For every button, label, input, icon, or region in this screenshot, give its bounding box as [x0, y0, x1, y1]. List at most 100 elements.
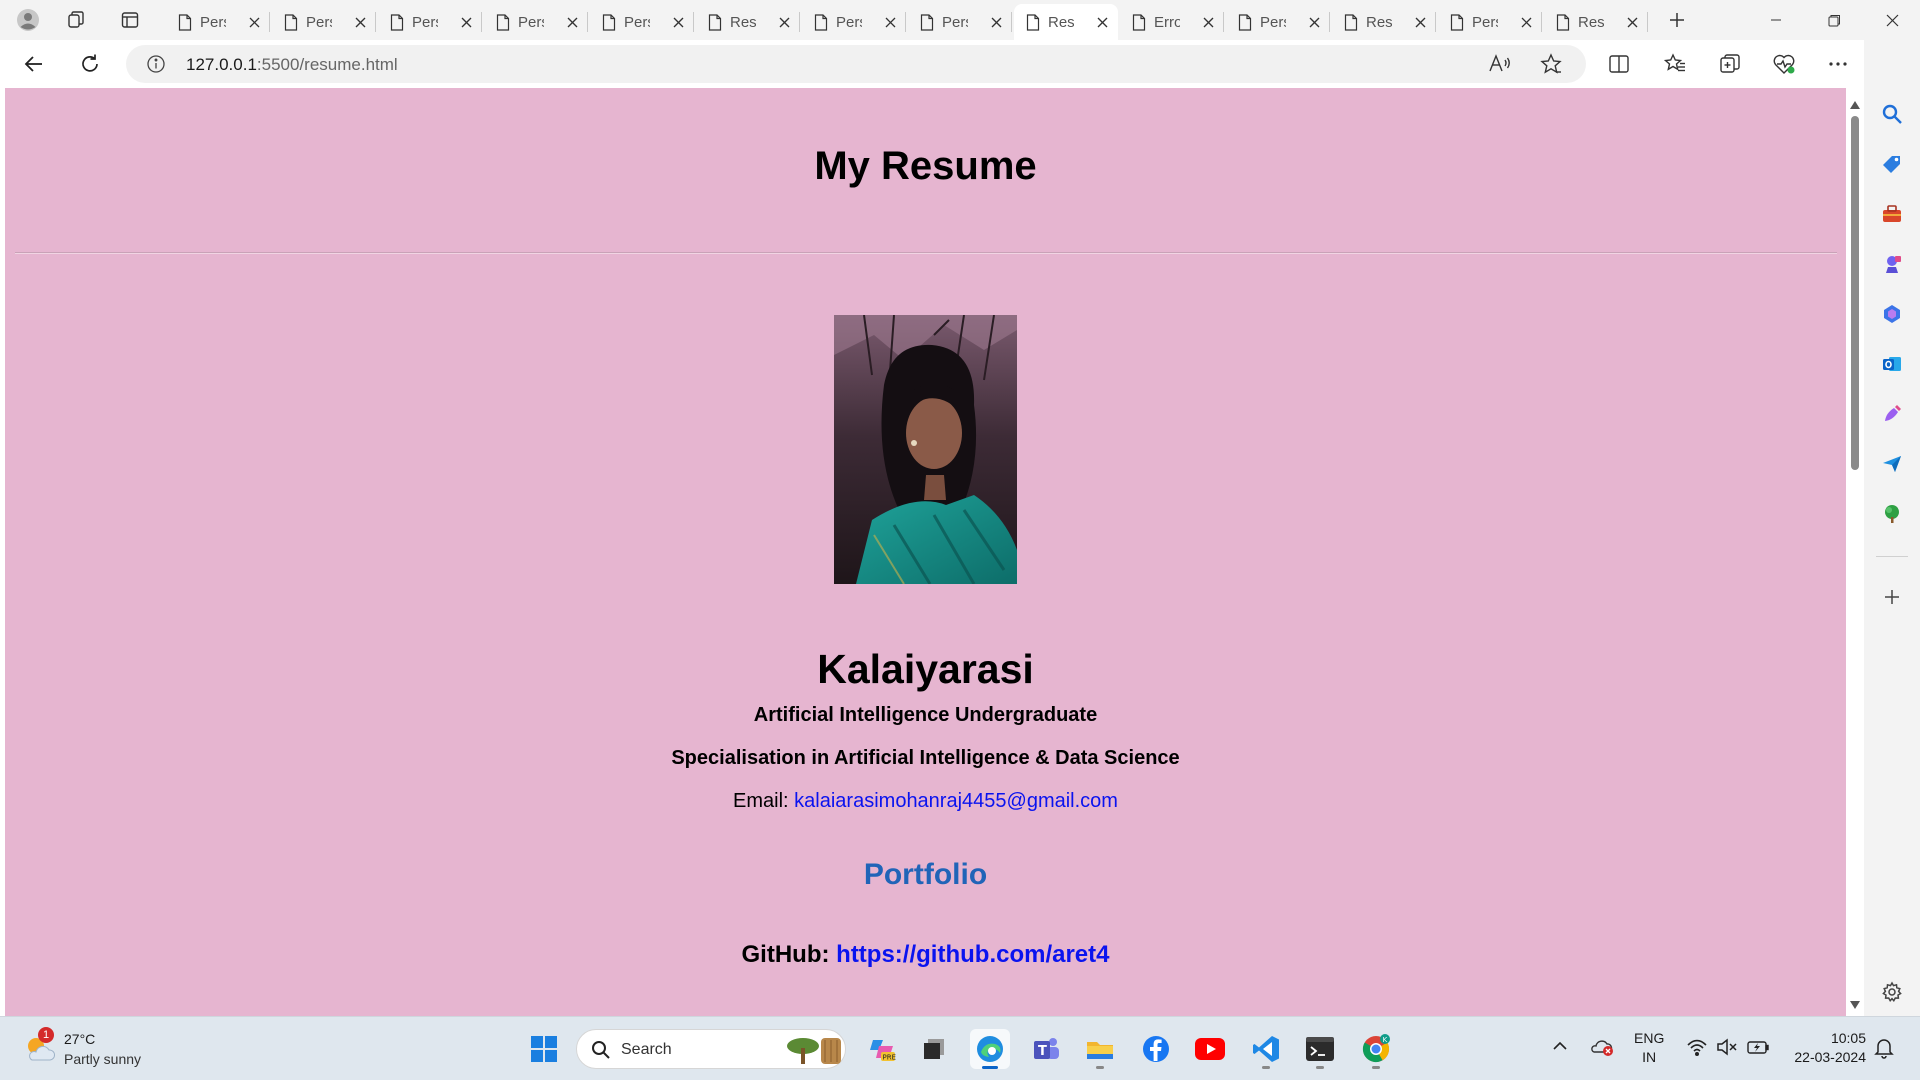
sidebar-settings-gear-icon[interactable] [1880, 980, 1904, 1004]
taskbar-app-vscode[interactable] [1246, 1029, 1286, 1069]
email-link[interactable]: kalaiarasimohanraj4455@gmail.com [794, 790, 1118, 812]
browser-tab[interactable]: Resu [1544, 4, 1648, 40]
split-screen-icon[interactable] [1601, 48, 1637, 80]
browser-tab[interactable]: Pers [378, 4, 482, 40]
tab-separator [1223, 12, 1224, 32]
weather-widget[interactable]: 1 27°C Partly sunny [22, 1027, 172, 1071]
taskbar-app-terminal[interactable] [1300, 1029, 1340, 1069]
close-tab-icon[interactable] [1516, 12, 1536, 32]
close-tab-icon[interactable] [350, 12, 370, 32]
browser-tab[interactable]: Resu [696, 4, 800, 40]
close-tab-icon[interactable] [1410, 12, 1430, 32]
sidebar-send-icon[interactable] [1880, 452, 1904, 476]
browser-tab[interactable]: Pers [590, 4, 694, 40]
app-running-indicator [1316, 1066, 1324, 1069]
address-bar[interactable]: 127.0.0.1:5500/resume.html [126, 45, 1586, 83]
sidebar-designer-icon[interactable] [1880, 402, 1904, 426]
taskbar-app-file-explorer[interactable] [1080, 1029, 1120, 1069]
taskbar-app-task-view[interactable] [914, 1029, 954, 1069]
favorites-icon[interactable] [1657, 48, 1693, 80]
tab-title: Resu [1366, 13, 1392, 31]
browser-tab[interactable]: Pers [1438, 4, 1542, 40]
browser-tab[interactable]: Pers [166, 4, 270, 40]
minimize-button[interactable] [1748, 0, 1804, 40]
portfolio-heading[interactable]: Portfolio [5, 858, 1846, 892]
page-icon [178, 13, 192, 31]
back-button[interactable] [16, 48, 52, 80]
start-button[interactable] [524, 1029, 564, 1069]
onedrive-error-icon[interactable] [1590, 1037, 1614, 1062]
browser-tab[interactable]: Pers [272, 4, 376, 40]
taskbar-app-chrome[interactable]: K [1356, 1029, 1396, 1069]
close-tab-icon[interactable] [986, 12, 1006, 32]
read-aloud-icon[interactable] [1488, 53, 1512, 80]
scrollbar-thumb[interactable] [1851, 116, 1859, 470]
tab-actions-icon[interactable] [114, 4, 146, 36]
sidebar-tools-icon[interactable] [1880, 202, 1904, 226]
search-label: Search [621, 1041, 672, 1058]
sidebar-search-icon[interactable] [1880, 102, 1904, 126]
close-tab-icon[interactable] [774, 12, 794, 32]
scroll-down-arrow-icon[interactable] [1850, 996, 1860, 1014]
tab-title: Pers [836, 13, 862, 31]
taskbar-app-copilot-pre[interactable]: PRE [862, 1029, 902, 1069]
github-link[interactable]: https://github.com/aret4 [836, 941, 1109, 968]
browser-toolbar: 127.0.0.1:5500/resume.html [0, 40, 1920, 88]
tab-strip: Pers Pers Pers Pers Pers Resu Pers Pers Resu Erro… [0, 0, 1920, 40]
close-tab-icon[interactable] [668, 12, 688, 32]
app-running-indicator [1372, 1066, 1380, 1069]
close-tab-icon[interactable] [1092, 12, 1112, 32]
refresh-button[interactable] [72, 48, 108, 80]
profile-specialisation: Specialisation in Artificial Intelligenc… [671, 747, 1180, 769]
collections-icon[interactable] [1712, 48, 1748, 80]
page-icon [1450, 13, 1464, 31]
close-tab-icon[interactable] [456, 12, 476, 32]
sidebar-tree-icon[interactable] [1880, 502, 1904, 526]
taskbar-app-facebook[interactable] [1136, 1029, 1176, 1069]
browser-essentials-icon[interactable] [1766, 48, 1802, 80]
browser-tab[interactable]: Resu [1332, 4, 1436, 40]
taskbar-app-edge[interactable] [970, 1029, 1010, 1069]
browser-tab[interactable]: Pers [484, 4, 588, 40]
favorite-star-icon[interactable] [1540, 53, 1562, 80]
browser-tab[interactable]: Resu [1014, 4, 1118, 40]
new-tab-button[interactable] [1661, 4, 1693, 36]
browser-tab[interactable]: Erro [1120, 4, 1224, 40]
browser-tab[interactable]: Pers [908, 4, 1012, 40]
workspaces-icon[interactable] [60, 4, 92, 36]
volume-muted-icon[interactable] [1716, 1037, 1738, 1062]
close-tab-icon[interactable] [244, 12, 264, 32]
taskbar-app-teams[interactable]: T [1026, 1029, 1066, 1069]
sidebar-add-icon[interactable] [1880, 585, 1904, 609]
language-indicator[interactable]: ENG IN [1634, 1029, 1664, 1067]
close-tab-icon[interactable] [880, 12, 900, 32]
tray-overflow-chevron-icon[interactable] [1552, 1039, 1568, 1057]
close-window-button[interactable] [1864, 0, 1920, 40]
taskbar-search-box[interactable]: Search [576, 1029, 846, 1069]
more-menu-icon[interactable] [1820, 48, 1856, 80]
scroll-up-arrow-icon[interactable] [1850, 96, 1860, 114]
battery-charging-icon[interactable] [1746, 1037, 1770, 1062]
page-scrollbar[interactable] [1846, 88, 1864, 1016]
taskbar-app-youtube[interactable] [1190, 1029, 1230, 1069]
browser-tab[interactable]: Pers [1226, 4, 1330, 40]
sidebar-outlook-icon[interactable] [1880, 352, 1904, 376]
edge-sidebar [1864, 40, 1920, 1016]
wifi-icon[interactable] [1686, 1037, 1708, 1062]
sidebar-microsoft365-icon[interactable] [1880, 302, 1904, 326]
browser-tab[interactable]: Pers [802, 4, 906, 40]
tab-title: Erro [1154, 13, 1180, 31]
notification-bell-icon[interactable] [1874, 1037, 1894, 1064]
sidebar-shopping-tag-icon[interactable] [1880, 152, 1904, 176]
site-info-icon[interactable] [146, 54, 166, 79]
restore-button[interactable] [1806, 0, 1862, 40]
profile-avatar-icon[interactable] [12, 4, 44, 36]
close-tab-icon[interactable] [1198, 12, 1218, 32]
close-tab-icon[interactable] [1304, 12, 1324, 32]
system-clock[interactable]: 10:05 22-03-2024 [1780, 1029, 1866, 1067]
email-line: Email: kalaiarasimohanraj4455@gmail.com [5, 790, 1846, 813]
close-tab-icon[interactable] [1622, 12, 1642, 32]
url-text[interactable]: 127.0.0.1:5500/resume.html [186, 55, 398, 75]
sidebar-games-icon[interactable] [1880, 252, 1904, 276]
close-tab-icon[interactable] [562, 12, 582, 32]
